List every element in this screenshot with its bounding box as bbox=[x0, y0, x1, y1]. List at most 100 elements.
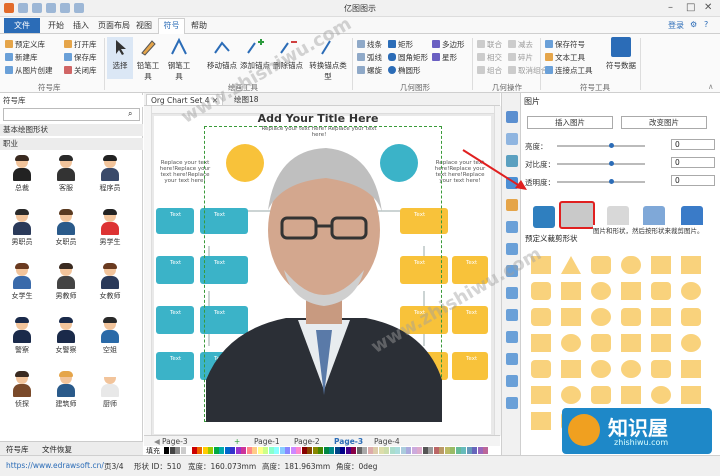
color-swatch[interactable] bbox=[417, 447, 422, 454]
color-swatch[interactable] bbox=[191, 447, 197, 454]
preset-shape[interactable] bbox=[651, 256, 671, 274]
color-swatch[interactable] bbox=[356, 447, 362, 454]
page-tab-3[interactable]: Page-3 bbox=[334, 437, 363, 446]
tab-view[interactable]: 视图 bbox=[136, 20, 152, 31]
add-page-icon[interactable]: + bbox=[234, 437, 240, 446]
attachment-icon[interactable] bbox=[506, 331, 518, 343]
contrast-slider-knob[interactable] bbox=[609, 161, 614, 166]
preset-shape[interactable] bbox=[561, 386, 581, 404]
rectangle-button[interactable]: 矩形 bbox=[388, 39, 413, 50]
find-icon[interactable] bbox=[506, 397, 518, 409]
fragment-button[interactable]: 碎片 bbox=[508, 52, 533, 63]
symbol-item[interactable]: 总裁 bbox=[8, 155, 36, 193]
tab-symbol-library[interactable]: 符号库 bbox=[6, 444, 29, 455]
subtract-button[interactable]: 减去 bbox=[508, 39, 533, 50]
color-swatch[interactable] bbox=[274, 447, 279, 454]
format-icon[interactable] bbox=[506, 111, 518, 123]
color-swatch[interactable] bbox=[235, 447, 241, 454]
symbol-item[interactable]: 厨师 bbox=[96, 371, 124, 409]
brightness-slider-knob[interactable] bbox=[609, 143, 614, 148]
preset-shape[interactable] bbox=[561, 308, 581, 326]
login-link[interactable]: 登录 bbox=[668, 20, 684, 31]
preset-shape[interactable] bbox=[561, 360, 581, 378]
tab-page-layout[interactable]: 页面布局 bbox=[98, 20, 130, 31]
layers-icon[interactable] bbox=[506, 221, 518, 233]
color-swatch[interactable] bbox=[230, 447, 235, 454]
symbol-item[interactable]: 女学生 bbox=[8, 263, 36, 301]
symbol-item[interactable]: 程序员 bbox=[96, 155, 124, 193]
color-swatch[interactable] bbox=[301, 447, 307, 454]
color-swatch[interactable] bbox=[373, 447, 378, 454]
preset-shape[interactable] bbox=[591, 360, 611, 378]
ellipse-button[interactable]: 椭圆形 bbox=[388, 65, 421, 76]
change-image-button[interactable]: 改变图片 bbox=[621, 116, 707, 129]
insert-image-button[interactable]: 插入图片 bbox=[527, 116, 613, 129]
color-swatch[interactable] bbox=[329, 447, 334, 454]
preset-shape[interactable] bbox=[531, 360, 551, 378]
save-lib-button[interactable]: 保存库 bbox=[64, 52, 97, 63]
color-swatch[interactable] bbox=[400, 447, 406, 454]
color-swatch[interactable] bbox=[164, 447, 169, 454]
help-icon[interactable]: ? bbox=[704, 20, 708, 29]
color-swatch[interactable] bbox=[384, 447, 389, 454]
search-icon[interactable]: ⌕ bbox=[128, 109, 132, 119]
preset-shape[interactable] bbox=[621, 360, 641, 378]
color-swatch[interactable] bbox=[252, 447, 257, 454]
symbol-item[interactable]: 男学生 bbox=[96, 209, 124, 247]
close-icon[interactable]: ✕ bbox=[704, 2, 712, 13]
color-swatch[interactable] bbox=[224, 447, 230, 454]
minimize-icon[interactable]: – bbox=[668, 2, 673, 13]
preset-shape[interactable] bbox=[681, 282, 701, 300]
gear-icon[interactable]: ⚙ bbox=[690, 20, 697, 29]
org-node[interactable]: Text bbox=[156, 256, 194, 284]
save-symbol-button[interactable]: 保存符号 bbox=[545, 39, 585, 50]
page-tab-2[interactable]: Page-2 bbox=[294, 437, 320, 446]
color-swatch[interactable] bbox=[318, 447, 323, 454]
category-profession[interactable]: 职业 bbox=[0, 138, 143, 150]
color-swatch[interactable] bbox=[169, 447, 175, 454]
status-url[interactable]: https://www.edrawsoft.cn/ bbox=[6, 461, 104, 470]
tab-home[interactable]: 开始 bbox=[48, 20, 64, 31]
color-swatch[interactable] bbox=[257, 447, 263, 454]
color-swatch[interactable] bbox=[483, 447, 488, 454]
preset-shape[interactable] bbox=[651, 386, 671, 404]
tab-insert[interactable]: 插入 bbox=[73, 20, 89, 31]
color-swatch[interactable] bbox=[367, 447, 373, 454]
group-button[interactable]: 组合 bbox=[477, 65, 502, 76]
color-swatch[interactable] bbox=[268, 447, 274, 454]
create-from-image-button[interactable]: 从图片创建 bbox=[5, 65, 53, 76]
color-swatch[interactable] bbox=[455, 447, 461, 454]
preset-shape[interactable] bbox=[561, 256, 581, 274]
tab-file-recovery[interactable]: 文件恢复 bbox=[42, 444, 72, 455]
brightness-input[interactable]: 0 bbox=[671, 139, 715, 150]
preset-shape[interactable] bbox=[681, 308, 701, 326]
color-swatch[interactable] bbox=[246, 447, 252, 454]
color-swatch[interactable] bbox=[285, 447, 290, 454]
color-swatch[interactable] bbox=[411, 447, 417, 454]
preset-shape[interactable] bbox=[591, 386, 611, 404]
symbol-item[interactable]: 男教师 bbox=[52, 263, 80, 301]
color-swatch[interactable] bbox=[213, 447, 219, 454]
page-tab-1[interactable]: Page-1 bbox=[254, 437, 280, 446]
connection-point-tool-button[interactable]: 连接点工具 bbox=[545, 65, 593, 76]
close-lib-button[interactable]: 关闭库 bbox=[64, 65, 97, 76]
color-swatch[interactable] bbox=[241, 447, 246, 454]
color-swatch[interactable] bbox=[406, 447, 411, 454]
preset-shape[interactable] bbox=[681, 334, 701, 352]
symbol-item[interactable]: 男职员 bbox=[8, 209, 36, 247]
symbol-item[interactable]: 客服 bbox=[52, 155, 80, 193]
color-swatch[interactable] bbox=[307, 447, 312, 454]
color-swatch[interactable] bbox=[323, 447, 329, 454]
color-swatch[interactable] bbox=[186, 447, 191, 454]
preset-shape[interactable] bbox=[531, 282, 551, 300]
color-swatch[interactable] bbox=[175, 447, 180, 454]
color-swatch[interactable] bbox=[290, 447, 296, 454]
color-swatch[interactable] bbox=[345, 447, 351, 454]
preset-shape[interactable] bbox=[591, 308, 611, 326]
preset-shape[interactable] bbox=[621, 308, 641, 326]
tab-symbol[interactable]: 符号 bbox=[158, 18, 185, 34]
color-swatch[interactable] bbox=[378, 447, 384, 454]
pen-tool-button[interactable]: 钢笔工具 bbox=[166, 37, 192, 82]
color-swatch[interactable] bbox=[461, 447, 466, 454]
preset-shape[interactable] bbox=[651, 282, 671, 300]
